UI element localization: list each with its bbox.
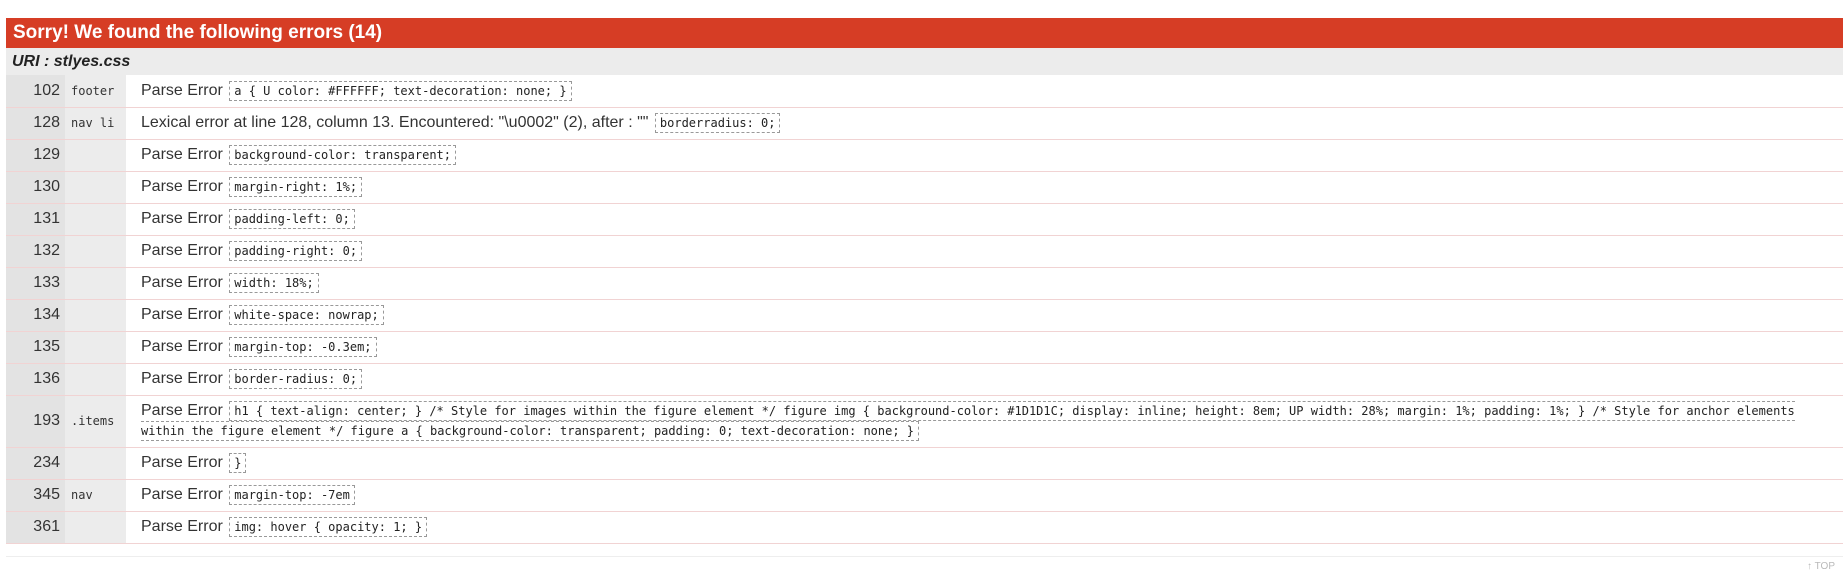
error-message-cell: Parse Error border-radius: 0; (126, 363, 1843, 395)
error-message: Parse Error (141, 82, 223, 99)
error-message-cell: Parse Error img: hover { opacity: 1; } (126, 511, 1843, 543)
line-number: 361 (6, 511, 65, 543)
skipped-code: background-color: transparent; (229, 145, 456, 165)
error-row: 129 Parse Error background-color: transpa… (6, 139, 1843, 171)
error-row: 135 Parse Error margin-top: -0.3em; (6, 331, 1843, 363)
error-message-cell: Parse Error } (126, 447, 1843, 479)
error-message: Parse Error (141, 306, 223, 323)
error-message-cell: Parse Error a { U color: #FFFFFF; text-d… (126, 75, 1843, 107)
line-number: 345 (6, 479, 65, 511)
error-message-cell: Parse Error margin-right: 1%; (126, 171, 1843, 203)
error-header: Sorry! We found the following errors (14… (6, 18, 1843, 48)
line-number: 128 (6, 107, 65, 139)
error-message: Parse Error (141, 146, 223, 163)
line-number: 136 (6, 363, 65, 395)
error-panel: Sorry! We found the following errors (14… (6, 18, 1843, 544)
error-message: Parse Error (141, 210, 223, 227)
error-context (65, 447, 126, 479)
error-context (65, 331, 126, 363)
error-message: Parse Error (141, 338, 223, 355)
error-message: Lexical error at line 128, column 13. En… (141, 114, 648, 131)
skipped-code: h1 { text-align: center; } /* Style for … (141, 401, 1795, 441)
error-row: 193 .items Parse Error h1 { text-align: ce… (6, 395, 1843, 447)
error-message-cell: Parse Error white-space: nowrap; (126, 299, 1843, 331)
line-number: 135 (6, 331, 65, 363)
error-row: 133 Parse Error width: 18%; (6, 267, 1843, 299)
error-context: .items (65, 395, 126, 447)
error-context (65, 363, 126, 395)
line-number: 193 (6, 395, 65, 447)
error-message-cell: Parse Error background-color: transparen… (126, 139, 1843, 171)
line-number: 234 (6, 447, 65, 479)
error-row: 361 Parse Error img: hover { opacity: 1; … (6, 511, 1843, 543)
error-message: Parse Error (141, 370, 223, 387)
skipped-code: margin-right: 1%; (229, 177, 362, 197)
error-message-cell: Parse Error margin-top: -7em (126, 479, 1843, 511)
error-message: Parse Error (141, 402, 223, 419)
error-message-cell: Parse Error h1 { text-align: center; } /… (126, 395, 1843, 447)
error-message: Parse Error (141, 518, 223, 535)
line-number: 129 (6, 139, 65, 171)
line-number: 102 (6, 75, 65, 107)
error-message-cell: Parse Error padding-right: 0; (126, 235, 1843, 267)
error-row: 132 Parse Error padding-right: 0; (6, 235, 1843, 267)
error-row: 131 Parse Error padding-left: 0; (6, 203, 1843, 235)
error-message-cell: Parse Error margin-top: -0.3em; (126, 331, 1843, 363)
error-context (65, 267, 126, 299)
top-link[interactable]: ↑ TOP (1807, 561, 1835, 572)
skipped-code: white-space: nowrap; (229, 305, 384, 325)
skipped-code: a { U color: #FFFFFF; text-decoration: n… (229, 81, 571, 101)
error-message: Parse Error (141, 486, 223, 503)
error-message: Parse Error (141, 242, 223, 259)
skipped-code: padding-left: 0; (229, 209, 355, 229)
error-row: 134 Parse Error white-space: nowrap; (6, 299, 1843, 331)
error-context: footer (65, 75, 126, 107)
error-context (65, 171, 126, 203)
error-context (65, 139, 126, 171)
line-number: 130 (6, 171, 65, 203)
skipped-code: } (229, 453, 246, 473)
line-number: 131 (6, 203, 65, 235)
error-message: Parse Error (141, 178, 223, 195)
error-context (65, 235, 126, 267)
error-row: 234 Parse Error } (6, 447, 1843, 479)
skipped-code: margin-top: -7em (229, 485, 355, 505)
error-message-cell: Parse Error padding-left: 0; (126, 203, 1843, 235)
skipped-code: padding-right: 0; (229, 241, 362, 261)
line-number: 134 (6, 299, 65, 331)
skipped-code: borderradius: 0; (655, 113, 781, 133)
error-row: 102 footer Parse Error a { U color: #FFFFF… (6, 75, 1843, 107)
error-row: 128 nav li Lexical error at line 128, colu… (6, 107, 1843, 139)
uri-label: URI : stlyes.css (6, 48, 1843, 75)
skipped-code: width: 18%; (229, 273, 318, 293)
error-context: nav (65, 479, 126, 511)
line-number: 132 (6, 235, 65, 267)
error-context (65, 203, 126, 235)
error-table: 102 footer Parse Error a { U color: #FFFFF… (6, 75, 1843, 544)
error-message-cell: Parse Error width: 18%; (126, 267, 1843, 299)
skipped-code: img: hover { opacity: 1; } (229, 517, 427, 537)
error-message: Parse Error (141, 274, 223, 291)
error-message: Parse Error (141, 454, 223, 471)
error-row: 345 nav Parse Error margin-top: -7em (6, 479, 1843, 511)
error-row: 136 Parse Error border-radius: 0; (6, 363, 1843, 395)
error-context (65, 511, 126, 543)
error-context: nav li (65, 107, 126, 139)
error-row: 130 Parse Error margin-right: 1%; (6, 171, 1843, 203)
bottom-divider (6, 556, 1843, 557)
skipped-code: margin-top: -0.3em; (229, 337, 376, 357)
skipped-code: border-radius: 0; (229, 369, 362, 389)
error-message-cell: Lexical error at line 128, column 13. En… (126, 107, 1843, 139)
error-context (65, 299, 126, 331)
line-number: 133 (6, 267, 65, 299)
